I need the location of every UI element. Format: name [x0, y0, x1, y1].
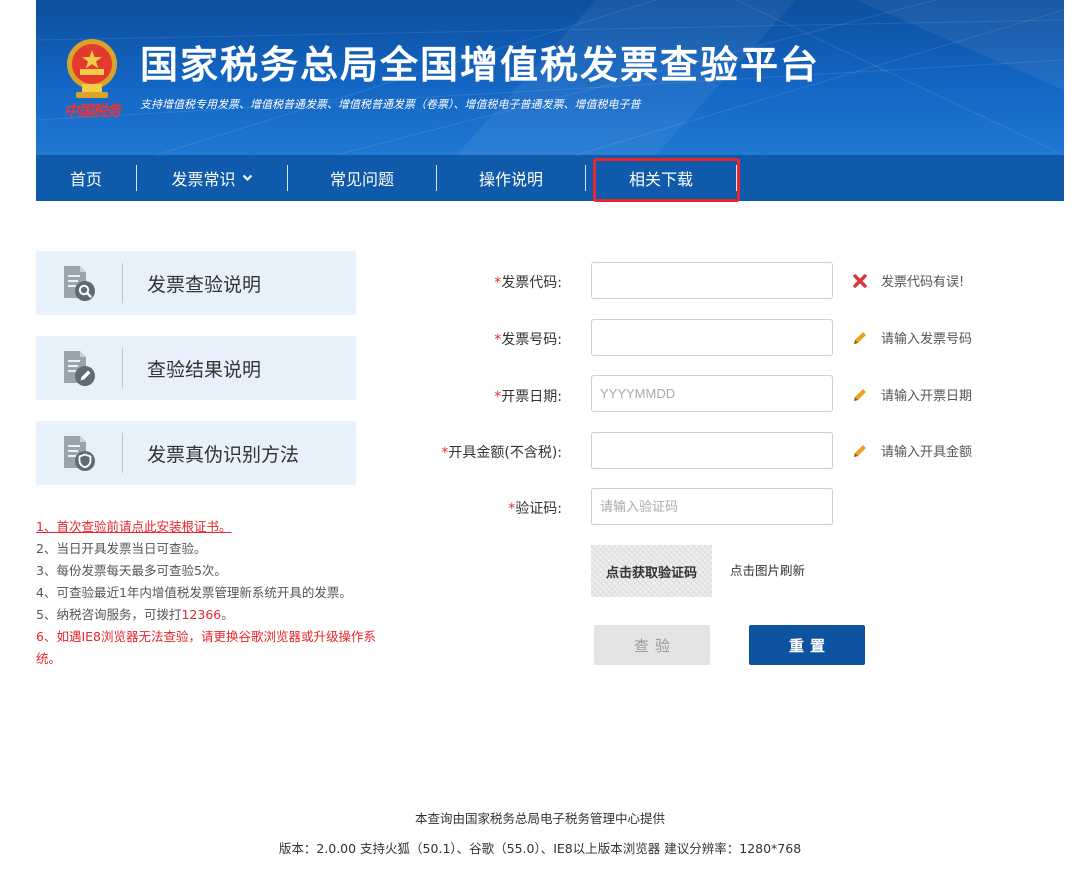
invoice-date-label: *开票日期:	[412, 386, 562, 406]
captcha-image[interactable]: 点击获取验证码	[591, 545, 712, 597]
invoice-amount-label: *开具金额(不含税):	[412, 442, 562, 462]
nav-instructions[interactable]: 操作说明	[437, 155, 585, 201]
nav-divider	[136, 165, 137, 191]
captcha-refresh-text: 点击图片刷新	[730, 563, 806, 578]
nav-invoice-knowledge-label: 发票常识	[171, 170, 236, 189]
invoice-amount-hint-text: 请输入开具金额	[881, 445, 973, 460]
captcha-label: *验证码:	[412, 498, 562, 518]
invoice-code-label: *发票代码:	[412, 272, 562, 292]
invoice-code-hint-text: 发票代码有误!	[881, 275, 965, 290]
invoice-date-hint-text: 请输入开票日期	[881, 389, 973, 404]
nav-divider	[287, 165, 288, 191]
invoice-number-label: *发票号码:	[412, 329, 562, 349]
invoice-amount-label-text: 开具金额(不含税):	[448, 445, 562, 461]
nav-instructions-label: 操作说明	[478, 170, 543, 189]
footer-provider: 本查询由国家税务总局电子税务管理中心提供	[414, 811, 665, 826]
notice-list: 1、首次查验前请点此安装根证书。 2、当日开具发票当日可查验。 3、每份发票每天…	[36, 516, 396, 670]
invoice-amount-hint: 请输入开具金额	[851, 441, 972, 460]
nav-divider	[436, 165, 437, 191]
pencil-icon	[851, 386, 869, 404]
notice-item: 3、每份发票每天最多可查验5次。	[36, 563, 227, 578]
notice-item-text: 5、纳税咨询服务，可拨打	[36, 607, 182, 622]
card-result-explanation-label: 查验结果说明	[147, 358, 262, 381]
nav-home[interactable]: 首页	[36, 155, 136, 201]
footer-version-info: 版本：2.0.00 支持火狐（50.1）、谷歌（55.0）、IE8以上版本浏览器…	[278, 841, 802, 856]
notice-item: 5、纳税咨询服务，可拨打12366。	[36, 604, 396, 626]
card-authenticity-methods-label: 发票真伪识别方法	[147, 443, 300, 466]
invoice-code-label-text: 发票代码:	[501, 275, 562, 291]
pencil-icon	[851, 442, 869, 460]
card-verification-guide-label: 发票查验说明	[147, 273, 262, 296]
header-banner: 中国税务 国家税务总局全国增值税发票查验平台 支持增值税专用发票、增值税普通发票…	[36, 0, 1064, 155]
document-search-icon	[36, 251, 122, 315]
nav-downloads-highlight-box	[593, 158, 740, 202]
invoice-code-hint: 发票代码有误!	[851, 271, 964, 290]
captcha-input[interactable]	[591, 488, 833, 525]
invoice-date-hint: 请输入开票日期	[851, 385, 972, 404]
site-subtitle: 支持增值税专用发票、增值税普通发票、增值税普通发票（卷票）、增值税电子普通发票、…	[140, 98, 641, 111]
invoice-date-label-text: 开票日期:	[501, 389, 562, 405]
card-verification-guide[interactable]: 发票查验说明	[36, 251, 356, 315]
invoice-number-hint-text: 请输入发票号码	[881, 332, 973, 347]
notice-item: 2、当日开具发票当日可查验。	[36, 541, 207, 556]
nav-faq-label: 常见问题	[329, 170, 394, 189]
error-x-icon	[851, 272, 869, 290]
site-title: 国家税务总局全国增值税发票查验平台	[140, 43, 821, 87]
invoice-date-input[interactable]	[591, 375, 833, 412]
card-result-explanation[interactable]: 查验结果说明	[36, 336, 356, 400]
brand-logo-text: 中国税务	[64, 102, 121, 120]
pencil-icon	[851, 329, 869, 347]
main-nav: 首页 发票常识 常见问题 操作说明 相关下载	[36, 155, 1064, 201]
nav-invoice-knowledge[interactable]: 发票常识	[137, 155, 287, 201]
captcha-label-text: 验证码:	[515, 501, 562, 517]
nav-home-label: 首页	[69, 170, 102, 189]
notice-item-warning: 6、如遇IE8浏览器无法查验，请更换谷歌浏览器或升级操作系统。	[36, 629, 376, 666]
invoice-number-label-text: 发票号码:	[501, 332, 562, 348]
invoice-code-input[interactable]	[591, 262, 833, 299]
check-button[interactable]: 查验	[594, 625, 710, 665]
nav-divider	[585, 165, 586, 191]
notice-item: 4、可查验最近1年内增值税发票管理新系统开具的发票。	[36, 585, 352, 600]
reset-button[interactable]: 重置	[749, 625, 865, 665]
invoice-number-input[interactable]	[591, 319, 833, 356]
nav-faq[interactable]: 常见问题	[288, 155, 436, 201]
chevron-down-icon	[242, 172, 253, 185]
document-shield-icon	[36, 421, 122, 485]
invoice-amount-input[interactable]	[591, 432, 833, 469]
notice-item-suffix: 。	[221, 607, 234, 622]
document-edit-icon	[36, 336, 122, 400]
hotline-number: 12366	[181, 607, 222, 622]
invoice-number-hint: 请输入发票号码	[851, 328, 972, 347]
card-authenticity-methods[interactable]: 发票真伪识别方法	[36, 421, 356, 485]
install-root-cert-link[interactable]: 1、首次查验前请点此安装根证书。	[36, 516, 396, 538]
national-emblem-icon	[67, 39, 117, 98]
